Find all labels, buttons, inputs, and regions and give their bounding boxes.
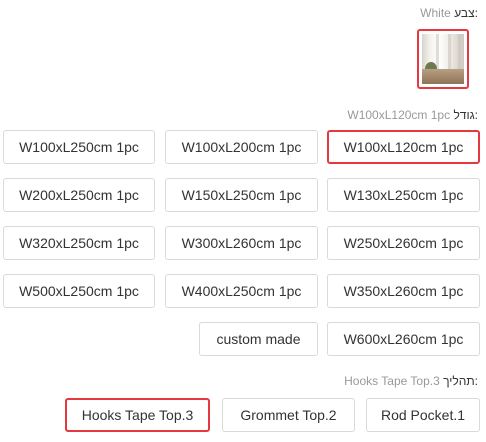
- process-value: Hooks Tape Top.3: [344, 374, 440, 388]
- size-option-selected[interactable]: W100xL120cm 1pc: [327, 130, 480, 164]
- size-option[interactable]: W320xL250cm 1pc: [3, 226, 155, 260]
- size-option[interactable]: W130xL250cm 1pc: [327, 178, 480, 212]
- size-option[interactable]: W400xL250cm 1pc: [165, 274, 318, 308]
- size-label-row: W100xL120cm 1pc גודל:: [347, 108, 478, 122]
- size-label: גודל:: [453, 108, 478, 122]
- color-swatch-white[interactable]: [417, 29, 469, 89]
- process-option[interactable]: Rod Pocket.1: [366, 398, 480, 432]
- size-value: W100xL120cm 1pc: [347, 108, 451, 122]
- size-option[interactable]: W150xL250cm 1pc: [165, 178, 318, 212]
- size-option[interactable]: W100xL250cm 1pc: [3, 130, 155, 164]
- swatch-image: [422, 34, 464, 84]
- process-option-selected[interactable]: Hooks Tape Top.3: [65, 398, 210, 432]
- color-label-row: White צבע:: [420, 6, 478, 20]
- color-value: White: [420, 6, 451, 20]
- size-option[interactable]: W300xL260cm 1pc: [165, 226, 318, 260]
- size-option[interactable]: W200xL250cm 1pc: [3, 178, 155, 212]
- size-option[interactable]: W100xL200cm 1pc: [165, 130, 318, 164]
- color-label: צבע:: [454, 6, 478, 20]
- process-option[interactable]: Grommet Top.2: [222, 398, 355, 432]
- size-option[interactable]: W350xL260cm 1pc: [327, 274, 480, 308]
- process-label: תהליך:: [443, 374, 478, 388]
- size-option-custom[interactable]: custom made: [199, 322, 318, 356]
- process-label-row: Hooks Tape Top.3 תהליך:: [344, 374, 478, 388]
- size-option[interactable]: W600xL260cm 1pc: [327, 322, 480, 356]
- size-option[interactable]: W500xL250cm 1pc: [3, 274, 155, 308]
- size-option[interactable]: W250xL260cm 1pc: [327, 226, 480, 260]
